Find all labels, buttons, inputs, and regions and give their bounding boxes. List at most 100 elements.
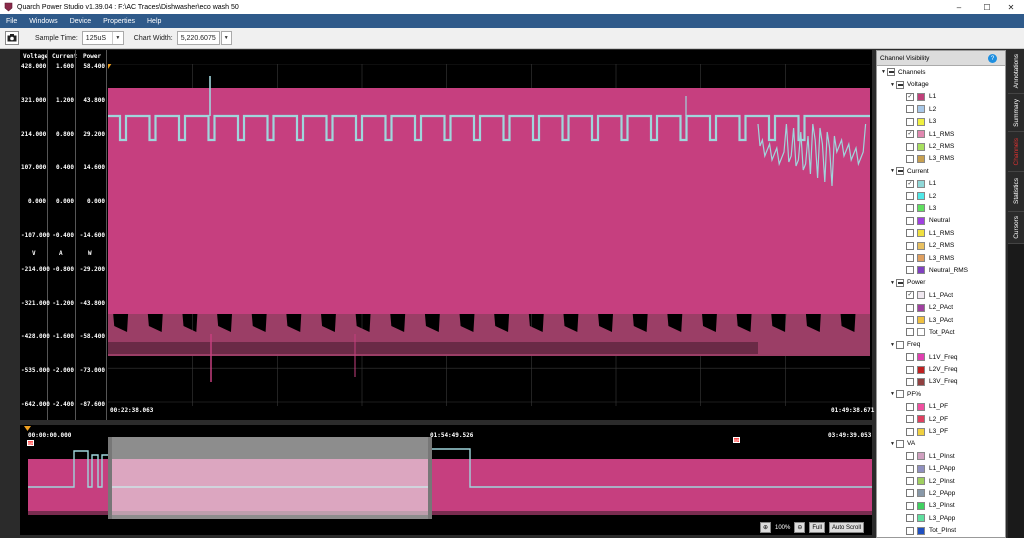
- tree-item-power-l2_pact[interactable]: L2_PAct: [877, 301, 1005, 313]
- tree-item-voltage-l3_rms[interactable]: L3_RMS: [877, 153, 1005, 165]
- tree-item-current-l3_rms[interactable]: L3_RMS: [877, 252, 1005, 264]
- chart-width-select[interactable]: 5,220.6075 ▼: [176, 31, 232, 45]
- checkbox[interactable]: [896, 80, 904, 89]
- tree-item-power-l3_pact[interactable]: L3_PAct: [877, 314, 1005, 326]
- tree-item-current-neutral_rms[interactable]: Neutral_RMS: [877, 264, 1005, 276]
- menu-windows[interactable]: Windows: [23, 18, 63, 25]
- color-swatch[interactable]: [917, 452, 925, 461]
- color-swatch[interactable]: [917, 427, 925, 436]
- tree-item-freq-l3v_freq[interactable]: L3V_Freq: [877, 376, 1005, 388]
- checkbox[interactable]: [906, 377, 914, 386]
- color-swatch[interactable]: [917, 501, 925, 510]
- color-swatch[interactable]: [917, 514, 925, 523]
- full-button[interactable]: Full: [809, 522, 826, 533]
- tab-summary[interactable]: Summary: [1008, 94, 1024, 132]
- tree-group-va[interactable]: ▼ VA: [877, 438, 1005, 450]
- tree-item-voltage-l2[interactable]: L2: [877, 103, 1005, 115]
- tab-cursors[interactable]: Cursors: [1008, 212, 1024, 244]
- tree-item-current-l2[interactable]: L2: [877, 190, 1005, 202]
- tree-item-voltage-l2_rms[interactable]: L2_RMS: [877, 140, 1005, 152]
- expand-arrow-icon[interactable]: ▼: [880, 69, 887, 75]
- menu-device[interactable]: Device: [64, 18, 97, 25]
- tree-item-power-tot_pact[interactable]: Tot_PAct: [877, 326, 1005, 338]
- tree-item-va-l2_papp[interactable]: L2_PApp: [877, 487, 1005, 499]
- expand-arrow-icon[interactable]: ▼: [889, 441, 896, 447]
- checkbox[interactable]: [906, 142, 914, 151]
- tree-group-freq[interactable]: ▼ Freq: [877, 339, 1005, 351]
- color-swatch[interactable]: [917, 154, 925, 163]
- color-swatch[interactable]: [917, 316, 925, 324]
- color-swatch[interactable]: [917, 254, 925, 263]
- checkbox[interactable]: [906, 266, 914, 275]
- color-swatch[interactable]: [917, 291, 925, 300]
- checkbox[interactable]: [906, 353, 914, 362]
- tree-group-current[interactable]: ▼ Current: [877, 165, 1005, 177]
- checkbox[interactable]: [906, 154, 914, 163]
- color-swatch[interactable]: [917, 241, 925, 250]
- plot-area[interactable]: [108, 64, 870, 406]
- checkbox[interactable]: [906, 477, 914, 486]
- menu-file[interactable]: File: [0, 18, 23, 25]
- color-swatch[interactable]: [917, 192, 925, 201]
- tree-item-freq-l1v_freq[interactable]: L1V_Freq: [877, 351, 1005, 363]
- main-chart[interactable]: Voltage Current Power 428.000 321.000 214.…: [20, 50, 874, 420]
- menu-properties[interactable]: Properties: [97, 18, 141, 25]
- tree-group-power[interactable]: ▼ Power: [877, 277, 1005, 289]
- checkbox[interactable]: [906, 526, 914, 535]
- color-swatch[interactable]: [917, 365, 925, 374]
- tree-item-pfpct-l1_pf[interactable]: L1_PF: [877, 401, 1005, 413]
- tree-item-freq-l2v_freq[interactable]: L2V_Freq: [877, 363, 1005, 375]
- zoom-in-icon[interactable]: ⊕: [760, 522, 771, 533]
- checkbox[interactable]: [906, 229, 914, 238]
- color-swatch[interactable]: [917, 328, 925, 337]
- color-swatch[interactable]: [917, 179, 925, 188]
- expand-arrow-icon[interactable]: ▼: [889, 342, 896, 348]
- checkbox[interactable]: [906, 192, 914, 201]
- expand-arrow-icon[interactable]: ▼: [889, 391, 896, 397]
- color-swatch[interactable]: [917, 526, 925, 535]
- checkbox[interactable]: ✓: [906, 130, 914, 139]
- tree-group-voltage[interactable]: ▼ Voltage: [877, 78, 1005, 90]
- tree-item-current-l1[interactable]: ✓ L1: [877, 178, 1005, 190]
- checkbox[interactable]: [906, 204, 914, 213]
- help-icon[interactable]: ?: [988, 54, 997, 63]
- menu-help[interactable]: Help: [141, 18, 167, 25]
- color-swatch[interactable]: [917, 415, 925, 424]
- sample-time-select[interactable]: 125uS ▼: [81, 31, 124, 45]
- color-swatch[interactable]: [917, 130, 925, 139]
- color-swatch[interactable]: [917, 105, 925, 114]
- tree-item-current-l3[interactable]: L3: [877, 202, 1005, 214]
- checkbox[interactable]: [906, 105, 914, 114]
- checkbox[interactable]: ✓: [906, 179, 914, 188]
- checkbox[interactable]: [887, 68, 895, 77]
- checkbox[interactable]: [896, 390, 904, 399]
- checkbox[interactable]: [906, 241, 914, 250]
- tab-statistics[interactable]: Statistics: [1008, 172, 1024, 212]
- color-swatch[interactable]: [917, 92, 925, 101]
- chevron-down-icon[interactable]: ▼: [220, 31, 232, 45]
- tree-item-voltage-l1_rms[interactable]: ✓ L1_RMS: [877, 128, 1005, 140]
- checkbox[interactable]: [896, 167, 904, 176]
- tab-annotations[interactable]: Annotations: [1008, 50, 1024, 94]
- tree-item-va-tot_pinst[interactable]: Tot_PInst: [877, 524, 1005, 536]
- tree-item-current-l2_rms[interactable]: L2_RMS: [877, 239, 1005, 251]
- color-swatch[interactable]: [917, 142, 925, 151]
- checkbox[interactable]: [906, 415, 914, 424]
- tree-item-power-l1_pact[interactable]: ✓ L1_PAct: [877, 289, 1005, 301]
- color-swatch[interactable]: [917, 204, 925, 213]
- color-swatch[interactable]: [917, 402, 925, 411]
- close-button[interactable]: ✕: [998, 0, 1024, 14]
- expand-arrow-icon[interactable]: ▼: [889, 280, 896, 286]
- maximize-button[interactable]: ☐: [974, 0, 1000, 14]
- tree-item-voltage-l1[interactable]: ✓ L1: [877, 91, 1005, 103]
- checkbox[interactable]: [906, 427, 914, 436]
- auto-scroll-button[interactable]: Auto Scroll: [829, 522, 865, 533]
- checkbox[interactable]: [906, 501, 914, 510]
- checkbox[interactable]: [906, 452, 914, 461]
- camera-icon[interactable]: [5, 31, 19, 45]
- tree-item-va-l3_pinst[interactable]: L3_PInst: [877, 500, 1005, 512]
- tree-item-va-l1_papp[interactable]: L1_PApp: [877, 463, 1005, 475]
- start-marker[interactable]: SP: [27, 440, 34, 446]
- tab-channels[interactable]: Channels: [1008, 132, 1024, 172]
- checkbox[interactable]: [906, 117, 914, 126]
